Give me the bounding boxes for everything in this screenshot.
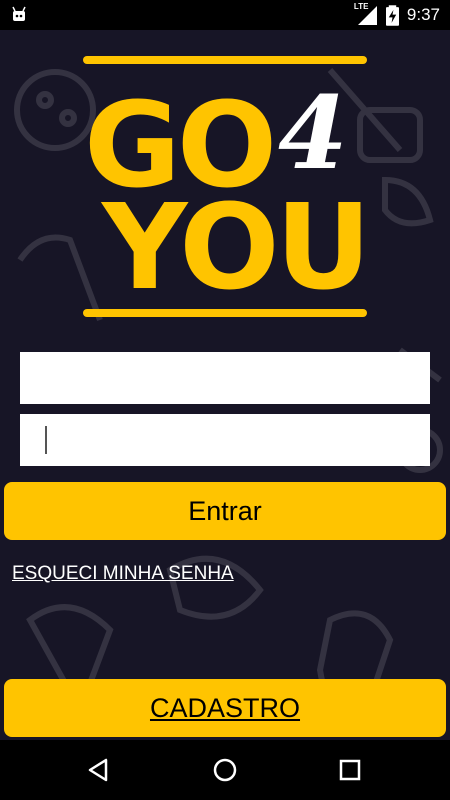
password-field[interactable] — [20, 414, 430, 466]
signup-button-label: CADASTRO — [149, 692, 301, 723]
username-field[interactable] — [20, 352, 430, 404]
back-icon[interactable] — [84, 755, 114, 785]
text-cursor — [45, 426, 47, 454]
navigation-bar — [0, 740, 450, 800]
status-bar: LTE 9:37 — [0, 0, 450, 30]
login-button-label: Entrar — [188, 495, 262, 526]
home-icon[interactable] — [210, 755, 240, 785]
recents-icon[interactable] — [335, 755, 365, 785]
login-screen: LTE 9:37 GO 4 YOU Entrar ESQUECI MINHA S… — [0, 0, 450, 800]
forgot-password-link[interactable]: ESQUECI MINHA SENHA — [12, 563, 234, 585]
logo-you-text: YOU — [100, 178, 367, 316]
network-type-label: LTE — [353, 2, 369, 11]
clock: 9:37 — [406, 5, 440, 24]
battery-charging-icon — [385, 4, 399, 26]
logo-4-text: 4 — [278, 74, 348, 192]
go4you-logo: GO 4 YOU — [83, 56, 370, 317]
login-button[interactable]: Entrar — [4, 482, 446, 540]
android-notification-icon — [12, 6, 26, 21]
signup-button[interactable]: CADASTRO — [4, 679, 446, 737]
lte-signal-icon: LTE — [353, 2, 378, 26]
